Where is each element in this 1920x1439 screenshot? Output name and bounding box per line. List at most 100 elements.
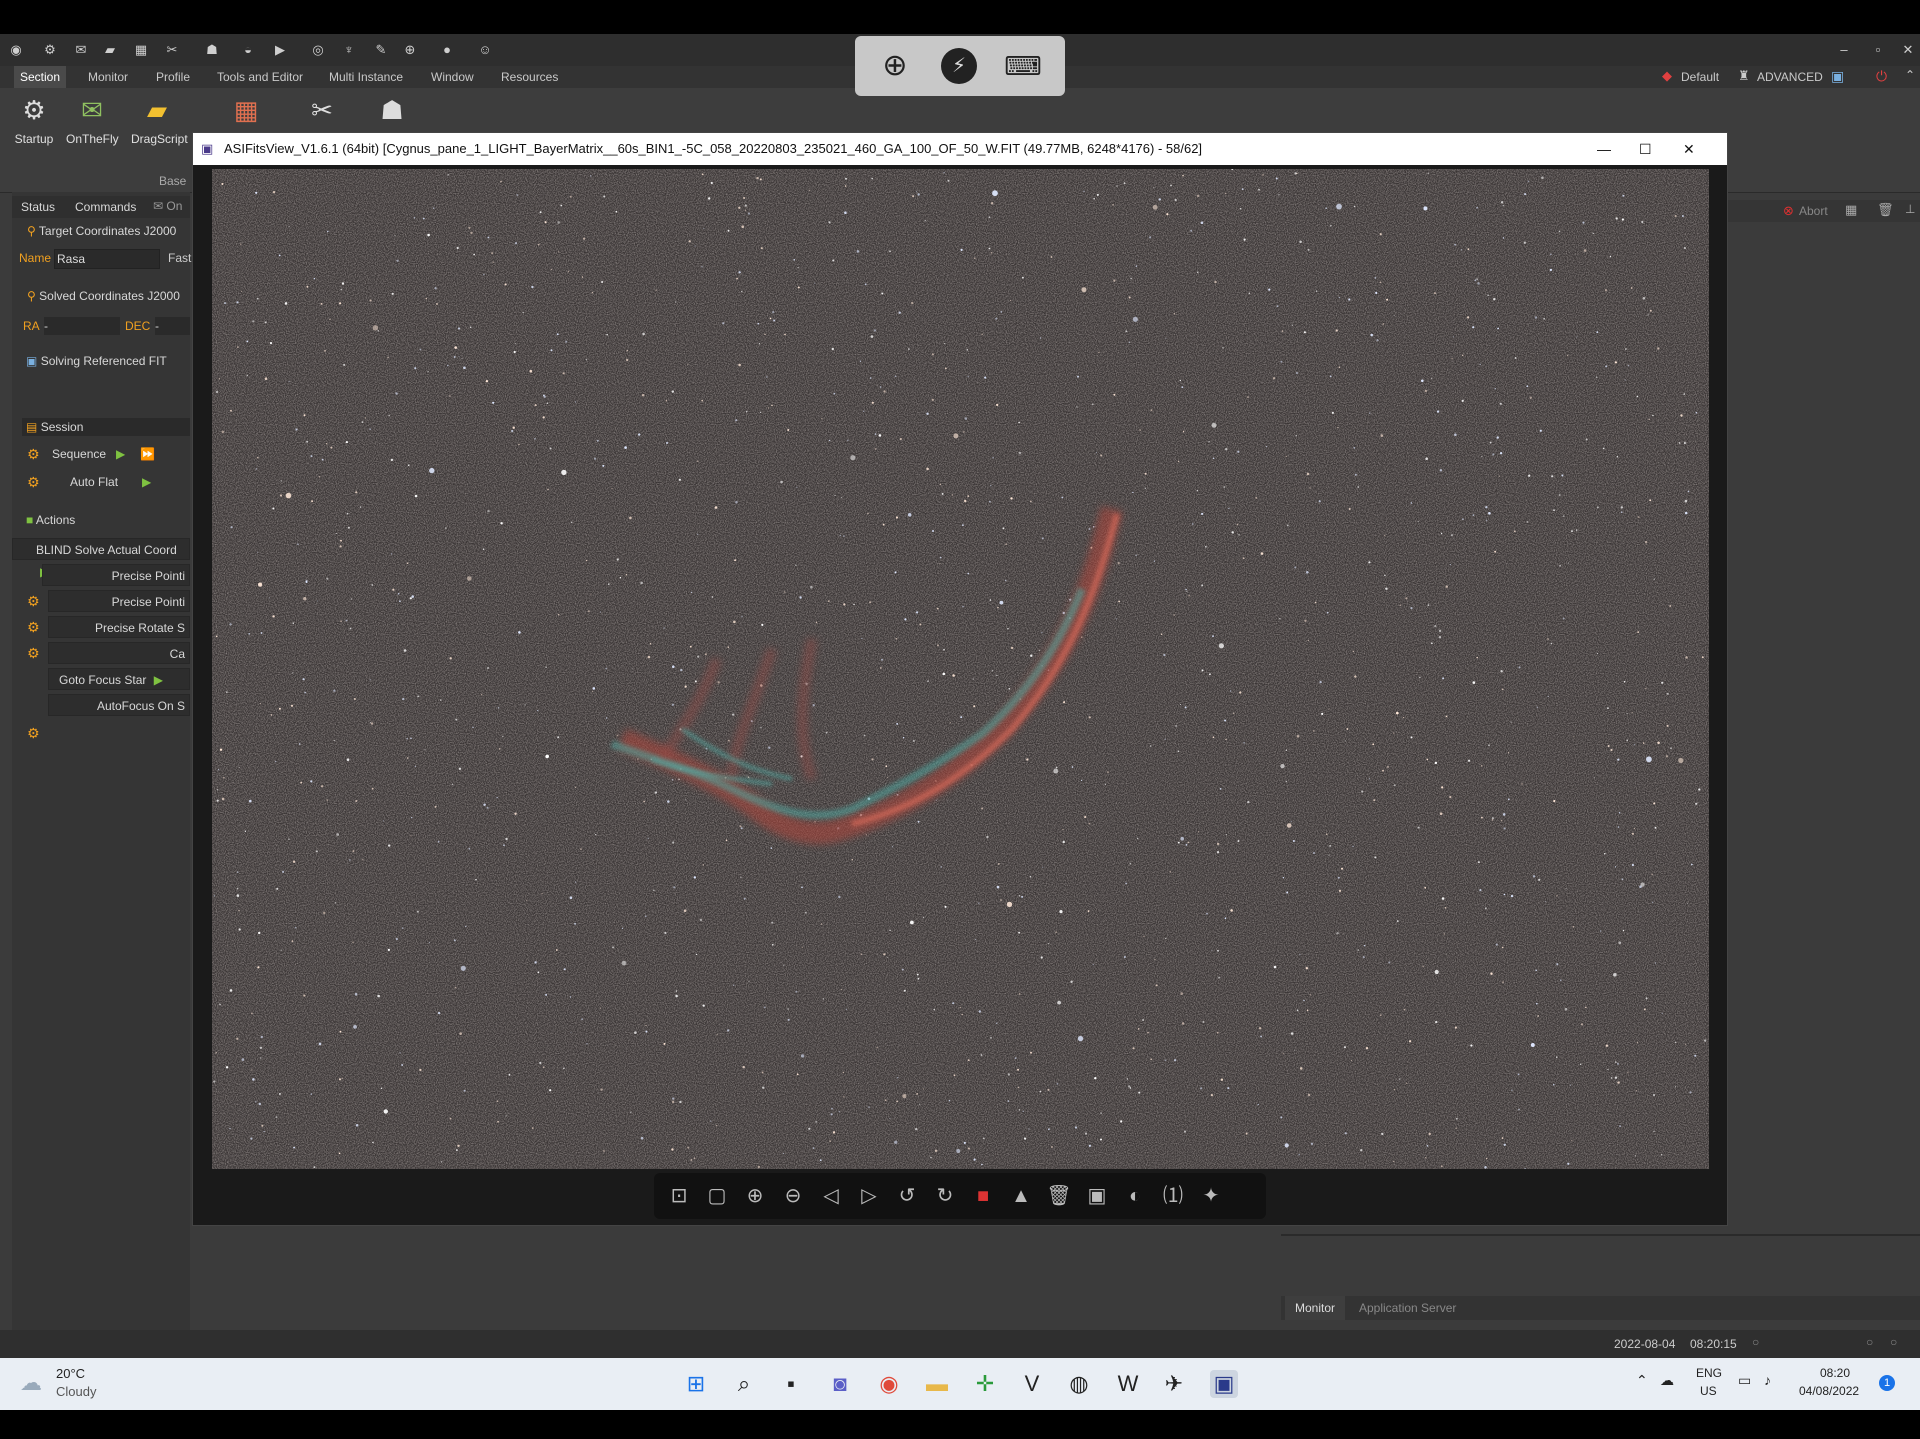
folder-icon[interactable]: ▰ (101, 41, 119, 59)
next-icon[interactable]: ▷ (856, 1183, 882, 1209)
chevron-up-icon[interactable]: ⌃ (1636, 1372, 1648, 1389)
mode-advanced[interactable]: ADVANCED (1757, 70, 1823, 84)
rotate-left-icon[interactable]: ↺ (894, 1183, 920, 1209)
fits-minimize-icon[interactable]: — (1597, 133, 1611, 165)
close-icon[interactable]: ✕ (1899, 41, 1917, 59)
app-green-icon[interactable]: ✛ (971, 1370, 999, 1398)
precise-rotate-gear-icon[interactable]: ⚙ (27, 616, 40, 638)
maximize-icon[interactable]: ▫ (1869, 41, 1887, 59)
blind-solve-button[interactable]: BLIND Solve Actual Coord ▶ (12, 538, 190, 579)
task-view-icon[interactable]: ▪ (777, 1370, 805, 1398)
menu-multi-instance[interactable]: Multi Instance (329, 70, 403, 84)
precise-pointing-gear-icon[interactable]: ⚙ (27, 590, 40, 612)
tab-application-server[interactable]: Application Server (1359, 1296, 1456, 1320)
script-icon[interactable]: ♆ (340, 41, 358, 59)
target-name-input[interactable] (54, 249, 160, 269)
zoom-out-icon[interactable]: ⊖ (780, 1183, 806, 1209)
onthefly-button[interactable]: ✉ OnTheFly (66, 92, 119, 146)
profile-default[interactable]: Default (1681, 70, 1719, 84)
calibrate-gear-icon[interactable]: ⚙ (27, 642, 40, 664)
fit-1to1-icon[interactable]: ⊡ (666, 1183, 692, 1209)
zoom-icon[interactable]: ⊕ (877, 48, 913, 84)
settings-icon[interactable]: ⚙ (41, 41, 59, 59)
remote-logo-icon[interactable]: ⚡ (941, 48, 977, 84)
asifitsview-icon[interactable]: ▣ (1210, 1370, 1238, 1398)
fit-window-icon[interactable]: ▢ (704, 1183, 730, 1209)
histogram-icon[interactable]: ▲ (1008, 1183, 1034, 1209)
app-w-icon[interactable]: W (1114, 1370, 1142, 1398)
save-icon[interactable]: ▣ (1084, 1183, 1110, 1209)
app-disk-icon[interactable]: ◍ (1065, 1370, 1093, 1398)
volume-icon[interactable]: ♪ (1764, 1372, 1771, 1388)
goto-focus-button[interactable]: Goto Focus Star ▶ (48, 668, 190, 690)
tab-monitor[interactable]: Monitor (1285, 1296, 1346, 1320)
star-icon[interactable]: ✦ (1198, 1183, 1224, 1209)
precise-pointing-button-2[interactable]: Precise Pointi (48, 590, 190, 612)
sequence-play-icon[interactable]: ▶ (116, 443, 125, 465)
chevron-up-icon[interactable]: ⌃ (1905, 68, 1915, 82)
network-icon[interactable]: ▭ (1738, 1372, 1751, 1389)
startup-button[interactable]: ⚙ Startup (8, 92, 60, 146)
keyboard-icon[interactable]: ⌨ (1003, 48, 1043, 84)
previous-icon[interactable]: ◁ (818, 1183, 844, 1209)
mail-icon[interactable]: ✉ (72, 41, 90, 59)
clock-time[interactable]: 08:20 (1820, 1366, 1850, 1380)
globe-icon[interactable]: ⊕ (401, 41, 419, 59)
menu-tools-editor[interactable]: Tools and Editor (217, 70, 303, 84)
tools-icon[interactable]: ✂ (163, 41, 181, 59)
menu-section[interactable]: Section (14, 66, 67, 88)
fits-image[interactable] (212, 169, 1709, 1169)
app-v-icon[interactable]: V (1018, 1370, 1046, 1398)
minimize-icon[interactable]: – (1835, 41, 1853, 59)
focus-gear-icon[interactable]: ⚙ (27, 725, 40, 742)
chart-icon[interactable]: ▦ (1845, 202, 1857, 218)
fast-button[interactable]: Fast (168, 247, 191, 269)
tab-commands[interactable]: Commands (75, 200, 136, 214)
abort-button[interactable]: Abort (1799, 204, 1828, 218)
color-channels-icon[interactable]: ■ (970, 1183, 996, 1209)
sequence-gear-icon[interactable]: ⚙ (27, 443, 40, 465)
sky-map-button[interactable]: ▦ (220, 92, 272, 132)
rotate-right-icon[interactable]: ↻ (932, 1183, 958, 1209)
lang-top[interactable]: ENG (1696, 1366, 1722, 1380)
forward-icon[interactable]: ▶ (271, 41, 289, 59)
tab-on[interactable]: ✉ On (153, 199, 182, 213)
tab-status[interactable]: Status (21, 200, 55, 214)
file-explorer-icon[interactable]: ▬ (923, 1370, 951, 1398)
pencil-icon[interactable]: ✎ (372, 41, 390, 59)
lang-bottom[interactable]: US (1700, 1384, 1717, 1398)
precise-pointing-button-1[interactable]: Precise Pointi (42, 564, 190, 586)
stretch-icon[interactable]: ◐ (1122, 1183, 1148, 1209)
delete-icon[interactable]: 🗑 (1046, 1183, 1072, 1209)
sequence-label[interactable]: Sequence (52, 443, 106, 465)
menu-window[interactable]: Window (431, 70, 474, 84)
start-icon[interactable]: ⊞ (682, 1370, 710, 1398)
autofocus-button[interactable]: AutoFocus On S (48, 694, 190, 716)
eye-icon[interactable]: ◒ (239, 41, 257, 59)
sequence-fast-forward-icon[interactable]: ⏩ (140, 443, 155, 465)
trash-icon[interactable]: 🗑 (1877, 202, 1894, 218)
weather-icon[interactable]: ☁ (20, 1370, 42, 1396)
dragscript-button[interactable]: ▰ DragScript (131, 92, 188, 146)
robot-icon[interactable]: ☗ (203, 41, 221, 59)
cloud-off-icon[interactable]: ☁ (1660, 1372, 1674, 1389)
autoflat-play-icon[interactable]: ▶ (142, 471, 151, 493)
menu-resources[interactable]: Resources (501, 70, 558, 84)
power-icon[interactable]: ⏻ (1876, 68, 1887, 85)
chat-icon[interactable]: ◙ (826, 1370, 854, 1398)
pin-icon[interactable]: ⊥ (1905, 202, 1915, 216)
shield-icon[interactable]: ◎ (309, 41, 327, 59)
autoflat-gear-icon[interactable]: ⚙ (27, 471, 40, 493)
app-telescope-icon[interactable]: ✈ (1160, 1370, 1188, 1398)
precise-rotate-button[interactable]: Precise Rotate S (48, 616, 190, 638)
monitor-icon[interactable]: ▣ (1831, 68, 1844, 85)
chrome-icon[interactable]: ◉ (875, 1370, 903, 1398)
tools-button[interactable]: ✂ (296, 92, 348, 132)
user-icon[interactable]: ☺ (476, 41, 494, 59)
fits-close-icon[interactable]: ✕ (1683, 133, 1695, 165)
single-view-icon[interactable]: ⑴ (1160, 1183, 1186, 1209)
fits-maximize-icon[interactable]: ☐ (1639, 133, 1652, 165)
clock-date[interactable]: 04/08/2022 (1799, 1384, 1859, 1398)
map-icon[interactable]: ▦ (132, 41, 150, 59)
autoflat-label[interactable]: Auto Flat (70, 471, 118, 493)
